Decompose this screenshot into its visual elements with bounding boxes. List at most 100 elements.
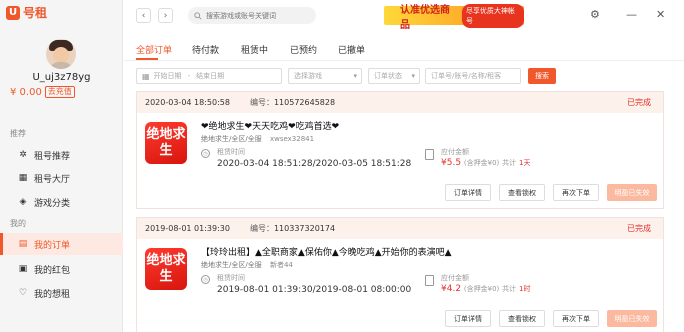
username: U_uj3z78yg (32, 72, 91, 83)
tab-reserved[interactable]: 已预约 (290, 43, 317, 56)
app-logo[interactable]: U 号租 (6, 4, 47, 21)
close-icon[interactable]: ✕ (656, 8, 665, 21)
deposit: (含押金¥0) (463, 285, 500, 293)
pay-amount-line: ¥4.2 (含押金¥0) 共计 1时 (441, 284, 531, 294)
promo-banner[interactable]: 认准优选商品 尽享优质大神帐号 (384, 3, 524, 31)
clock-icon: ◷ (201, 149, 210, 158)
pay-label: 应付金额 (441, 148, 469, 156)
rent-time-label: 租赁时间 (217, 148, 245, 156)
order-date: 2019-08-01 01:39:30 (145, 224, 230, 233)
sidebar-item-my-orders[interactable]: ▤ 我的订单 (0, 233, 123, 255)
order-title[interactable]: 【玲玲出租】▲全职商家▲保佑你▲今晚吃鸡▲开始你的表演吧▲ (201, 245, 452, 258)
view-rights-button[interactable]: 查看锁权 (499, 184, 545, 201)
order-title[interactable]: ❤绝地求生❤天天吃鸡❤吃鸡首选❤ (201, 119, 339, 132)
order-detail-button[interactable]: 订单详情 (445, 310, 491, 327)
tab-pending-payment[interactable]: 待付款 (192, 43, 219, 56)
tab-renting[interactable]: 租赁中 (241, 43, 268, 56)
order-account: xwsex32841 (269, 135, 315, 143)
avatar[interactable] (46, 39, 76, 69)
game-thumbnail[interactable]: 绝地求生 (145, 122, 187, 164)
expired-button[interactable]: 明盈已失效 (607, 184, 657, 201)
order-status: 已完成 (627, 224, 651, 233)
order-number-label: 编号： (249, 224, 274, 233)
banner-main-text: 认准优选商品 (400, 4, 450, 31)
tab-all-orders[interactable]: 全部订单 (136, 43, 172, 56)
global-search[interactable] (188, 7, 316, 24)
order-number: 110337320174 (273, 224, 336, 233)
sidebar-item-game-category[interactable]: ◈ 游戏分类 (0, 191, 123, 213)
tab-cancelled[interactable]: 已撤单 (338, 43, 365, 56)
search-input[interactable] (206, 11, 314, 20)
chevron-down-icon: ▾ (353, 72, 357, 80)
order-server-line: 绝地求生/全区/全服 新者44 (201, 260, 293, 270)
gear-icon[interactable]: ⚙ (590, 8, 600, 21)
chevron-down-icon: ▾ (411, 72, 415, 80)
app-window: U 号租 U_uj3z78yg ¥ 0.00 去充值 推荐 ✲ 租号推荐 ▦ 租… (0, 0, 684, 332)
clock-icon: ◷ (201, 275, 210, 284)
receipt-icon (425, 275, 434, 286)
balance-value: ¥ 0.00 (10, 86, 42, 98)
sidebar-item-rent-hall[interactable]: ▦ 租号大厅 (0, 167, 123, 189)
balance-row: ¥ 0.00 去充值 (10, 86, 75, 98)
sidebar-item-my-wishlist[interactable]: ♡ 我的想租 (0, 282, 123, 304)
order-header: 2020-03-04 18:50:58 编号： 110572645828 已完成 (137, 92, 663, 113)
reorder-button[interactable]: 再次下单 (553, 310, 599, 327)
keyword-placeholder: 订单号/账号/名称/租客 (431, 72, 502, 80)
order-header: 2019-08-01 01:39:30 编号： 110337320174 已完成 (137, 218, 663, 239)
pay-amount-line: ¥5.5 (含押金¥0) 共计 1天 (441, 158, 531, 168)
receipt-icon (425, 149, 434, 160)
order-tabs: 全部订单 待付款 租赁中 已预约 已撤单 (124, 40, 684, 60)
redpacket-icon: ▣ (18, 264, 28, 274)
order-detail-button[interactable]: 订单详情 (445, 184, 491, 201)
pay-amount: ¥4.2 (441, 284, 462, 294)
date-range-picker[interactable]: ▦ 开始日期 - 结束日期 (136, 68, 282, 84)
order-icon: ▤ (18, 239, 28, 249)
order-number-label: 编号： (249, 98, 274, 107)
chevron-right-icon: › (163, 10, 168, 21)
rent-count: 1时 (519, 285, 531, 293)
grid-icon: ▦ (18, 173, 28, 183)
keyword-input[interactable]: 订单号/账号/名称/租客 (425, 68, 521, 84)
sidebar-item-label: 我的想租 (34, 289, 71, 300)
pay-label: 应付金额 (441, 274, 469, 282)
banner-sub-text: 尽享优质大神帐号 (461, 3, 524, 28)
view-rights-button[interactable]: 查看锁权 (499, 310, 545, 327)
heart-icon: ♡ (18, 288, 28, 298)
expired-button[interactable]: 明盈已失效 (607, 310, 657, 327)
end-date-field[interactable]: 结束日期 (196, 71, 224, 81)
sidebar: U 号租 U_uj3z78yg ¥ 0.00 去充值 推荐 ✲ 租号推荐 ▦ 租… (0, 0, 123, 332)
logo-text: 号租 (23, 6, 48, 20)
recharge-button[interactable]: 去充值 (44, 86, 75, 98)
status-select-value: 订单状态 (374, 72, 402, 80)
order-account: 新者44 (269, 261, 293, 269)
sidebar-item-rent-recommend[interactable]: ✲ 租号推荐 (0, 144, 123, 166)
order-status: 已完成 (627, 98, 651, 107)
reorder-button[interactable]: 再次下单 (553, 184, 599, 201)
start-date-field[interactable]: 开始日期 (154, 71, 182, 81)
order-date: 2020-03-04 18:50:58 (145, 98, 230, 107)
sidebar-item-my-redpackets[interactable]: ▣ 我的红包 (0, 258, 123, 280)
divider (124, 60, 684, 61)
order-server: 绝地求生/全区/全服 (201, 135, 262, 143)
sidebar-item-label: 我的红包 (34, 265, 71, 276)
back-button[interactable]: ‹ (136, 8, 151, 23)
section-label-mine: 我的 (10, 219, 26, 228)
order-card: 2020-03-04 18:50:58 编号： 110572645828 已完成… (136, 91, 664, 209)
game-select[interactable]: 选择游戏 ▾ (288, 68, 362, 84)
search-button[interactable]: 搜索 (528, 68, 556, 84)
search-icon (194, 11, 202, 20)
order-number: 110572645828 (273, 98, 336, 107)
gamepad-icon: ◈ (19, 197, 27, 207)
status-select[interactable]: 订单状态 ▾ (368, 68, 420, 84)
chevron-left-icon: ‹ (141, 10, 146, 21)
game-thumbnail[interactable]: 绝地求生 (145, 248, 187, 290)
calendar-icon: ▦ (142, 71, 150, 81)
rent-time-label: 租赁时间 (217, 274, 245, 282)
order-server: 绝地求生/全区/全服 (201, 261, 262, 269)
game-select-value: 选择游戏 (294, 72, 322, 80)
top-bar: ‹ › 认准优选商品 尽享优质大神帐号 ⚙ — ✕ (124, 0, 684, 33)
minimize-icon[interactable]: — (626, 8, 637, 21)
forward-button[interactable]: › (158, 8, 173, 23)
date-separator: - (187, 72, 191, 80)
order-server-line: 绝地求生/全区/全服 xwsex32841 (201, 134, 314, 144)
